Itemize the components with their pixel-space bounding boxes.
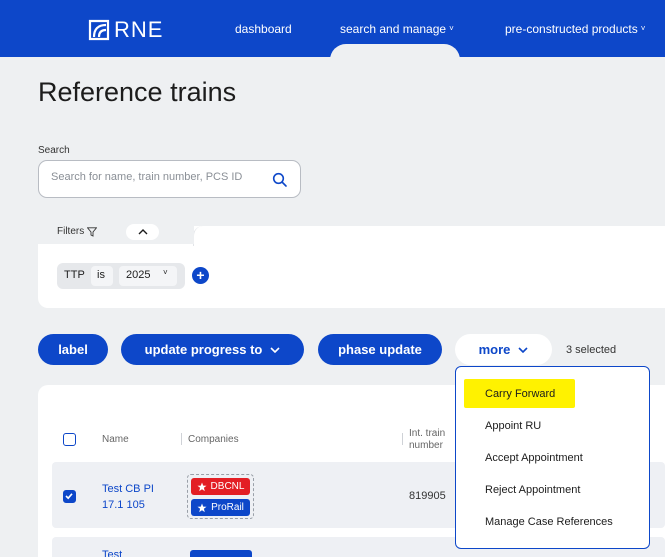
checkmark-icon xyxy=(65,493,73,500)
search-input[interactable] xyxy=(51,171,261,183)
company-badge-label: ProRail xyxy=(211,502,244,513)
star-icon xyxy=(197,482,207,491)
phase-update-label: phase update xyxy=(338,342,422,357)
nav-dashboard[interactable]: dashboard xyxy=(235,22,292,36)
menu-item-reject-appointment[interactable]: Reject Appointment xyxy=(485,484,580,496)
column-header-int-train-number[interactable]: Int. train number xyxy=(409,428,445,452)
search-icon[interactable] xyxy=(272,172,288,188)
filter-chip-ttp[interactable]: TTP is 2025 ˅ xyxy=(57,263,185,289)
more-dropdown-menu: Carry Forward Appoint RU Accept Appointm… xyxy=(455,366,650,549)
logo-text: RNE xyxy=(114,17,164,42)
update-progress-label: update progress to xyxy=(144,342,263,357)
rne-logo-icon xyxy=(88,19,110,41)
chevron-down-icon xyxy=(270,346,280,353)
chevron-down-icon: ˅ xyxy=(640,24,646,33)
chevron-down-icon xyxy=(518,346,528,353)
filters-label: Filters xyxy=(57,226,85,237)
chevron-up-icon xyxy=(138,229,147,235)
filter-panel-top xyxy=(193,226,665,246)
menu-item-appoint-ru[interactable]: Appoint RU xyxy=(485,420,541,432)
column-header-name[interactable]: Name xyxy=(102,434,129,445)
add-filter-button[interactable]: + xyxy=(192,267,209,284)
filter-chip-value-select[interactable]: 2025 ˅ xyxy=(119,266,177,286)
train-name-link[interactable]: Test CB PI 17.1 105 xyxy=(102,481,172,513)
filters-heading: Filters xyxy=(57,226,98,237)
rne-logo[interactable]: RNE xyxy=(88,17,163,43)
nav-pre-constructed-label: pre-constructed products xyxy=(505,22,638,36)
selected-count: 3 selected xyxy=(566,344,617,356)
company-badge: ProRail xyxy=(191,499,250,516)
filter-chip-operator[interactable]: is xyxy=(91,266,113,286)
filter-collapse-toggle[interactable] xyxy=(126,224,159,240)
chevron-down-icon: ˅ xyxy=(449,24,454,33)
chevron-down-icon: ˅ xyxy=(163,268,168,277)
active-nav-indicator xyxy=(330,44,460,60)
star-icon xyxy=(197,503,207,512)
row-checkbox[interactable] xyxy=(63,490,76,503)
more-button[interactable]: more xyxy=(455,334,552,365)
companies-cell: DBCNL ProRail xyxy=(187,474,254,519)
search-box xyxy=(38,160,301,198)
top-navigation-bar: RNE dashboard search and manage ˅ pre-con… xyxy=(0,0,665,57)
nav-search-and-manage[interactable]: search and manage ˅ xyxy=(340,22,454,36)
nav-search-and-manage-label: search and manage xyxy=(340,22,447,36)
page-title: Reference trains xyxy=(38,77,237,107)
more-label: more xyxy=(478,342,511,357)
train-name-link[interactable]: Test xyxy=(102,547,122,557)
label-button-text: label xyxy=(58,342,88,357)
phase-update-button[interactable]: phase update xyxy=(318,334,442,365)
column-divider xyxy=(181,433,182,445)
column-header-companies[interactable]: Companies xyxy=(188,434,239,445)
filter-funnel-icon xyxy=(87,226,98,237)
search-label: Search xyxy=(38,145,70,156)
filter-chip-field: TTP xyxy=(64,269,85,281)
filter-chip-value: 2025 xyxy=(126,269,151,281)
select-all-checkbox[interactable] xyxy=(63,433,76,446)
nav-pre-constructed-products[interactable]: pre-constructed products ˅ xyxy=(505,22,645,36)
company-badge xyxy=(190,550,252,557)
column-divider xyxy=(402,433,403,445)
update-progress-button[interactable]: update progress to xyxy=(121,334,304,365)
label-button[interactable]: label xyxy=(38,334,108,365)
company-badge: DBCNL xyxy=(191,478,250,495)
filter-chip-operator-label: is xyxy=(97,269,105,281)
menu-item-manage-case-references[interactable]: Manage Case References xyxy=(485,516,613,528)
menu-item-carry-forward[interactable]: Carry Forward xyxy=(485,388,555,400)
company-badge-label: DBCNL xyxy=(210,481,245,492)
menu-item-accept-appointment[interactable]: Accept Appointment xyxy=(485,452,583,464)
int-train-number: 819905 xyxy=(409,490,446,502)
